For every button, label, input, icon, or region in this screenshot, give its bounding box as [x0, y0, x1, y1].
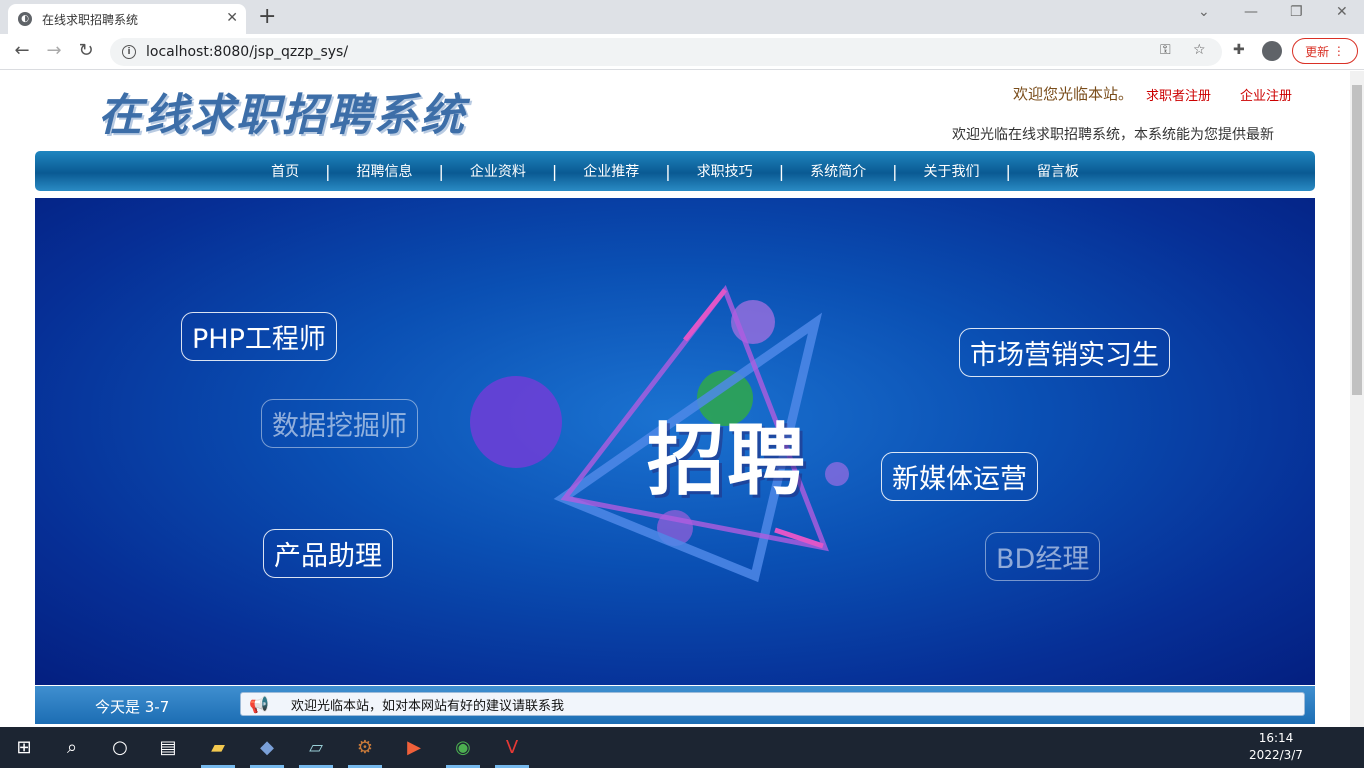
job-tag-bd-manager[interactable]: BD经理: [985, 532, 1101, 581]
site-logo: 在线求职招聘系统: [98, 90, 466, 141]
register-seeker-link[interactable]: 求职者注册: [1146, 85, 1211, 104]
tab-title: 在线求职招聘系统: [42, 12, 139, 27]
file-explorer-icon[interactable]: ▰: [206, 735, 230, 759]
page-scrollbar[interactable]: [1350, 71, 1364, 727]
info-bar: 今天是 3-7 📢 欢迎光临本站，如对本网站有好的建议请联系我: [35, 686, 1315, 724]
nav-company-recommend[interactable]: 企业推荐: [557, 161, 665, 181]
welcome-text: 欢迎您光临本站。: [1013, 85, 1134, 103]
hero-banner[interactable]: PHP工程师 数据挖掘师 产品助理 市场营销实习生 新媒体运营 BD经理 招聘: [35, 198, 1315, 685]
main-nav: 首页 | 招聘信息 | 企业资料 | 企业推荐 | 求职技巧 | 系统简介 | …: [35, 151, 1315, 191]
forward-icon[interactable]: →: [42, 40, 66, 61]
nav-message-board[interactable]: 留言板: [1011, 161, 1105, 181]
cortana-icon[interactable]: ○: [108, 735, 132, 759]
info-icon[interactable]: i: [122, 45, 136, 59]
tab-search-icon[interactable]: ⌄: [1198, 4, 1210, 20]
today-date: 今天是 3-7: [95, 698, 170, 716]
clock-time: 16:14: [1258, 731, 1294, 745]
job-tag-marketing-intern[interactable]: 市场营销实习生: [959, 328, 1170, 377]
notice-text: 欢迎光临本站，如对本网站有好的建议请联系我: [291, 698, 565, 714]
address-bar: ← → ↻ i localhost:8080/jsp_qzzp_sys/ ⚿ ☆…: [0, 34, 1364, 70]
clock-date: 2022/3/7: [1249, 748, 1303, 762]
app-presentation-icon[interactable]: ▶: [402, 735, 426, 759]
back-icon[interactable]: ←: [10, 40, 34, 61]
job-tag-product-assistant[interactable]: 产品助理: [263, 529, 393, 578]
url-input[interactable]: i localhost:8080/jsp_qzzp_sys/: [110, 38, 1222, 66]
job-tag-data-mining[interactable]: 数据挖掘师: [261, 399, 418, 448]
banner-headline: 招聘: [647, 416, 808, 506]
nav-company-info[interactable]: 企业资料: [444, 161, 552, 181]
url-text: localhost:8080/jsp_qzzp_sys/: [146, 44, 349, 60]
app-gear-icon[interactable]: ⚙: [353, 735, 377, 759]
taskbar-clock[interactable]: 16:14 2022/3/7: [1244, 730, 1308, 764]
minimize-button[interactable]: —: [1244, 4, 1258, 20]
job-tag-php[interactable]: PHP工程师: [181, 312, 337, 361]
header-marquee: 欢迎光临在线求职招聘系统，本系统能为您提供最新: [952, 127, 1274, 143]
notice-marquee: 📢 欢迎光临本站，如对本网站有好的建议请联系我: [240, 692, 1305, 716]
app-dolphin-icon[interactable]: ◆: [255, 735, 279, 759]
restore-button[interactable]: ❐: [1290, 4, 1303, 20]
nav-job-tips[interactable]: 求职技巧: [671, 161, 779, 181]
close-window-button[interactable]: ✕: [1336, 4, 1348, 20]
job-tag-new-media[interactable]: 新媒体运营: [881, 452, 1038, 501]
nav-system-intro[interactable]: 系统简介: [784, 161, 892, 181]
bookmark-star-icon[interactable]: ☆: [1193, 42, 1206, 58]
task-view-icon[interactable]: ▤: [156, 735, 180, 759]
page-content: 在线求职招聘系统 欢迎您光临本站。 求职者注册 企业注册 欢迎光临在线求职招聘系…: [0, 71, 1350, 727]
chrome-icon[interactable]: ◉: [451, 735, 475, 759]
globe-icon: ◐: [18, 12, 32, 26]
app-notepad-icon[interactable]: ▱: [304, 735, 328, 759]
windows-start-icon[interactable]: ⊞: [12, 735, 36, 759]
app-v-icon[interactable]: V: [500, 735, 524, 759]
update-label: 更新: [1305, 44, 1330, 59]
register-company-link[interactable]: 企业注册: [1240, 85, 1292, 104]
nav-home[interactable]: 首页: [245, 161, 325, 181]
profile-avatar[interactable]: [1262, 41, 1282, 61]
browser-tab[interactable]: ◐ 在线求职招聘系统 ✕: [8, 4, 246, 34]
reload-icon[interactable]: ↻: [74, 40, 98, 61]
new-tab-button[interactable]: +: [258, 4, 276, 30]
megaphone-icon: 📢: [249, 695, 269, 714]
nav-about-us[interactable]: 关于我们: [897, 161, 1005, 181]
windows-taskbar: ⊞ ⌕ ○ ▤ ▰ ◆ ▱ ⚙ ▶ ◉ V 16:14 2022/3/7: [0, 727, 1364, 768]
search-icon[interactable]: ⌕: [60, 735, 84, 759]
close-tab-icon[interactable]: ✕: [226, 10, 238, 26]
update-button[interactable]: 更新 ⋮: [1292, 38, 1358, 64]
key-icon[interactable]: ⚿: [1160, 42, 1171, 58]
scroll-thumb[interactable]: [1352, 85, 1362, 395]
nav-jobs[interactable]: 招聘信息: [331, 161, 439, 181]
browser-tab-bar: ◐ 在线求职招聘系统 ✕ + ⌄ — ❐ ✕: [0, 0, 1364, 34]
extensions-icon[interactable]: ✚: [1233, 42, 1245, 58]
